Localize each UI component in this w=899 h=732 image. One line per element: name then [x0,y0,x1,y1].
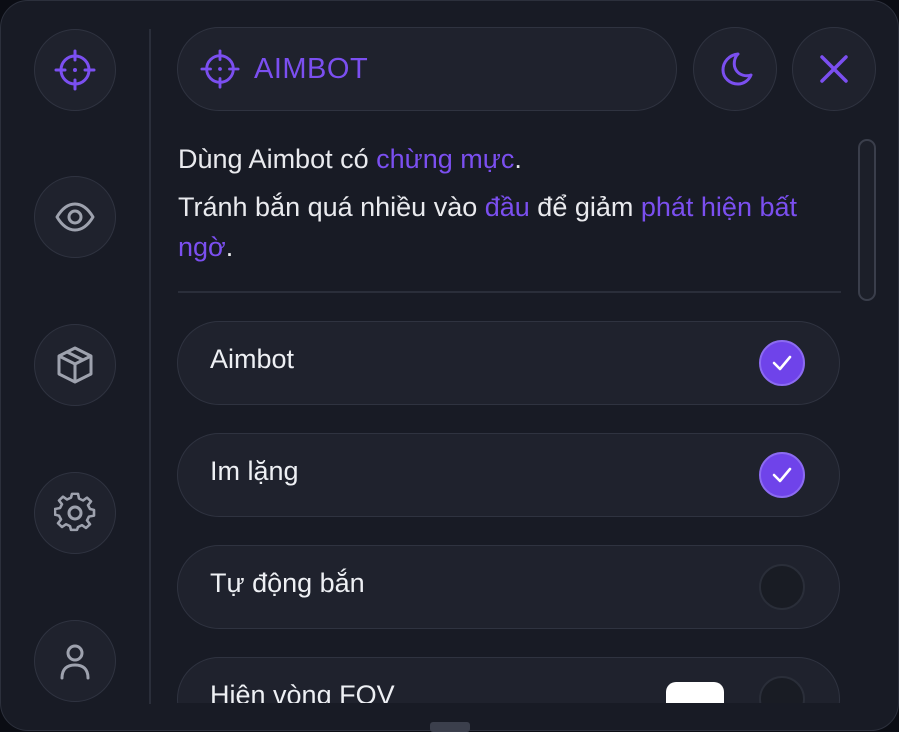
page-title: AIMBOT [254,52,369,85]
option-checkbox[interactable] [759,452,805,498]
description-text-part: để giảm [529,192,641,222]
sidebar-item-settings[interactable] [34,472,116,554]
crosshair-icon [200,49,240,89]
description-text: Dùng Aimbot có chừng mực. Tránh bắn quá … [178,139,818,267]
option-label: Hiện vòng FOV [210,680,395,703]
description-highlight: chừng mực [376,144,515,174]
gear-icon [54,492,96,532]
option-row-aimbot[interactable]: Aimbot [177,321,840,405]
sidebar [1,1,149,730]
sidebar-item-profile[interactable] [34,620,116,702]
close-icon [820,55,848,83]
section-title-pill: AIMBOT [177,27,677,111]
description-text-part: Dùng Aimbot có [178,144,377,174]
option-label: Im lặng [210,456,299,486]
description-text-part: Tránh bắn quá nhiều vào [178,192,485,222]
color-swatch[interactable] [666,682,724,703]
option-label: Aimbot [210,344,295,374]
option-row-fov-circle[interactable]: Hiện vòng FOV [177,657,840,703]
options-list: Aimbot Im lặng Tự động bắn Hiện vòng FOV [151,301,851,703]
option-checkbox[interactable] [759,340,805,386]
aimbot-panel-window: AIMBOT Dùng Aimbot có chừng mực. Tránh b… [0,0,899,731]
user-icon [60,644,90,680]
sidebar-item-items[interactable] [34,324,116,406]
cube-icon [57,346,93,384]
sidebar-item-aimbot[interactable] [34,29,116,111]
moon-icon [721,52,753,86]
option-row-autofire[interactable]: Tự động bắn [177,545,840,629]
description-highlight: đầu [484,192,530,222]
theme-toggle-button[interactable] [693,27,777,111]
crosshair-icon [54,49,96,91]
scrollbar[interactable] [858,139,876,301]
close-button[interactable] [792,27,876,111]
check-icon [772,467,792,483]
description-text-part: . [225,232,234,262]
option-checkbox[interactable] [759,676,805,703]
option-row-silent[interactable]: Im lặng [177,433,840,517]
eye-icon [55,202,95,232]
check-icon [772,355,792,371]
option-label: Tự động bắn [210,568,365,598]
sidebar-item-visuals[interactable] [34,176,116,258]
section-divider [178,291,841,293]
description-line-1: Dùng Aimbot có chừng mực. [178,139,818,179]
description-line-2: Tránh bắn quá nhiều vào đầu để giảm phát… [178,187,818,267]
option-checkbox[interactable] [759,564,805,610]
description-text-part: . [514,144,522,174]
